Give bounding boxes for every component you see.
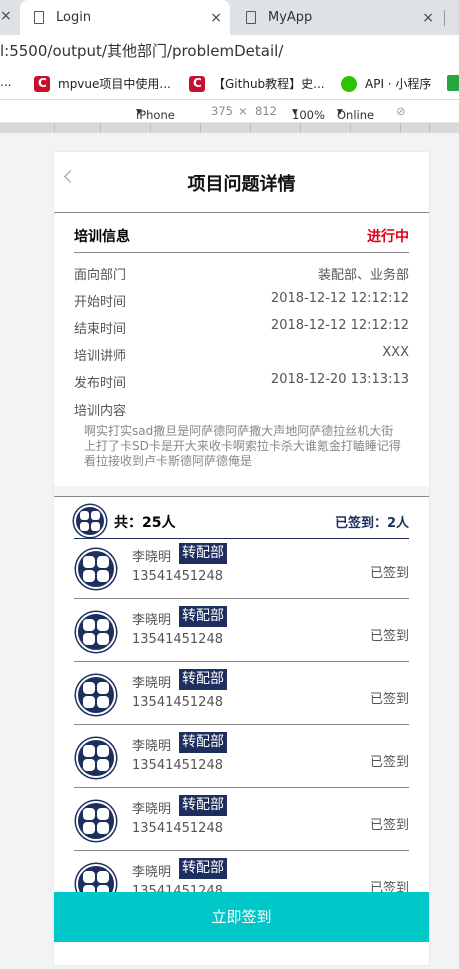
list-item[interactable]: 李晓明转配部 13541451248 已签到 — [74, 788, 409, 851]
rotate-icon[interactable]: ⊘ — [396, 104, 406, 118]
avatar — [74, 505, 106, 537]
list-item[interactable]: 李晓明转配部 13541451248 已签到 — [74, 536, 409, 599]
field-label: 结束时间 — [74, 322, 127, 337]
dept-badge: 转配部 — [179, 543, 227, 564]
bookmark-item[interactable]: ... — [0, 75, 11, 89]
page-icon — [34, 11, 44, 24]
device-select[interactable]: iPhone X ▾ — [136, 104, 175, 136]
sign-status: 已签到 — [369, 755, 409, 770]
zoom-select[interactable]: 100% ▾ — [292, 104, 325, 122]
avatar — [76, 549, 116, 589]
avatar — [76, 675, 116, 715]
avatar-image — [76, 612, 116, 652]
tab-title: MyApp — [268, 10, 313, 25]
tab-divider — [444, 10, 445, 26]
signed-count: 已签到：2人 — [334, 516, 409, 531]
wechat-icon — [341, 75, 357, 92]
field-value: 装配部、业务部 — [317, 268, 409, 283]
attendee-name: 李晓明 — [132, 865, 172, 880]
attendee-phone: 13541451248 — [132, 632, 223, 647]
dept-badge: 转配部 — [179, 795, 227, 816]
field-value: 2018-12-12 12:12:12 — [270, 318, 409, 333]
bookmarks-bar: ... C mpvue项目中使用... C 【Github教程】史... API… — [0, 67, 459, 100]
address-bar[interactable]: l:5500/output/其他部门/problemDetail/ — [0, 35, 459, 67]
content-text: 啊实打实sad撒旦是阿萨德阿萨撒大声地阿萨德拉丝机大街上打了卡SD卡是开大来收卡… — [84, 424, 401, 468]
avatar-image — [76, 549, 116, 589]
device-toolbar: iPhone X ▾ 375 × 812 100% ▾ Online ▾ ⊘ — [0, 100, 459, 136]
field-value: 2018-12-20 13:13:13 — [270, 372, 409, 387]
sign-status: 已签到 — [369, 566, 409, 581]
network-label: Online — [337, 108, 375, 122]
address-text[interactable]: l:5500/output/其他部门/problemDetail/ — [0, 42, 283, 60]
bookmark-label: mpvue项目中使用... — [58, 77, 171, 91]
sign-status: 已签到 — [369, 692, 409, 707]
dept-badge: 转配部 — [179, 669, 227, 690]
page-title: 项目问题详情 — [187, 174, 296, 195]
attendee-phone: 13541451248 — [132, 695, 223, 710]
attendee-phone: 13541451248 — [132, 569, 223, 584]
sign-status: 已签到 — [369, 629, 409, 644]
content-label: 培训内容 — [74, 404, 127, 419]
total-count: 共：25人 — [114, 515, 176, 531]
sign-in-button[interactable]: 立即签到 — [54, 892, 429, 942]
close-icon[interactable]: × — [210, 10, 222, 26]
bookmark-item[interactable]: API · 小程序 — [341, 75, 431, 92]
bookmark-label: API · 小程序 — [365, 77, 432, 91]
field-value: 2018-12-12 12:12:12 — [270, 291, 409, 306]
field-label: 发布时间 — [74, 376, 127, 391]
page-icon — [246, 11, 256, 24]
ruler — [0, 123, 459, 133]
bookmark-item[interactable]: C 【Github教程】史... — [189, 75, 325, 92]
phone-viewport: 项目问题详情 培训信息 进行中 面向部门 装配部、业务部 开始时间 2018-1… — [54, 152, 429, 965]
page-header: 项目问题详情 — [54, 152, 429, 213]
bookmark-label: 【Github教程】史... — [213, 77, 325, 91]
attendee-name: 李晓明 — [132, 550, 172, 565]
width-input[interactable]: 375 — [211, 104, 233, 118]
avatar-image — [76, 738, 116, 778]
avatar-image — [76, 675, 116, 715]
attendee-name: 李晓明 — [132, 613, 172, 628]
attendee-name: 李晓明 — [132, 739, 172, 754]
attendee-phone: 13541451248 — [132, 821, 223, 836]
bookmark-label: ... — [0, 75, 12, 89]
app-icon[interactable] — [447, 75, 459, 91]
zoom-label: 100% — [292, 108, 325, 122]
network-select[interactable]: Online ▾ — [337, 104, 374, 122]
avatar — [76, 738, 116, 778]
tab-login[interactable]: Login × — [20, 0, 230, 35]
group-avatar — [74, 505, 106, 537]
dept-badge: 转配部 — [179, 858, 227, 879]
sign-status: 已签到 — [369, 818, 409, 833]
list-item[interactable]: 李晓明转配部 13541451248 已签到 — [74, 599, 409, 662]
avatar — [76, 612, 116, 652]
section-title: 培训信息 — [74, 229, 130, 245]
attendee-name: 李晓明 — [132, 676, 172, 691]
dept-badge: 转配部 — [179, 732, 227, 753]
attendee-name: 李晓明 — [132, 802, 172, 817]
field-value: XXX — [382, 345, 409, 360]
tab-myapp[interactable]: MyApp × — [232, 0, 442, 35]
tab-bar: × Login × MyApp × — [0, 0, 459, 35]
close-icon[interactable]: × — [422, 10, 434, 26]
tab-title: Login — [56, 10, 92, 25]
csdn-icon: C — [34, 75, 50, 92]
field-label: 开始时间 — [74, 295, 127, 310]
bookmark-item[interactable]: C mpvue项目中使用... — [34, 75, 171, 92]
dept-badge: 转配部 — [179, 606, 227, 627]
field-label: 培训讲师 — [74, 349, 127, 364]
list-item[interactable]: 李晓明转配部 13541451248 已签到 — [74, 725, 409, 788]
attendee-phone: 13541451248 — [132, 758, 223, 773]
times-sign: × — [238, 104, 248, 118]
close-icon[interactable]: × — [0, 8, 12, 24]
csdn-icon: C — [189, 75, 205, 92]
field-label: 面向部门 — [74, 268, 127, 283]
avatar — [76, 801, 116, 841]
status-badge: 进行中 — [367, 229, 409, 245]
avatar-image — [76, 801, 116, 841]
divider — [74, 252, 409, 253]
height-input[interactable]: 812 — [255, 104, 277, 118]
section-gap — [54, 486, 429, 497]
list-item[interactable]: 李晓明转配部 13541451248 已签到 — [74, 662, 409, 725]
